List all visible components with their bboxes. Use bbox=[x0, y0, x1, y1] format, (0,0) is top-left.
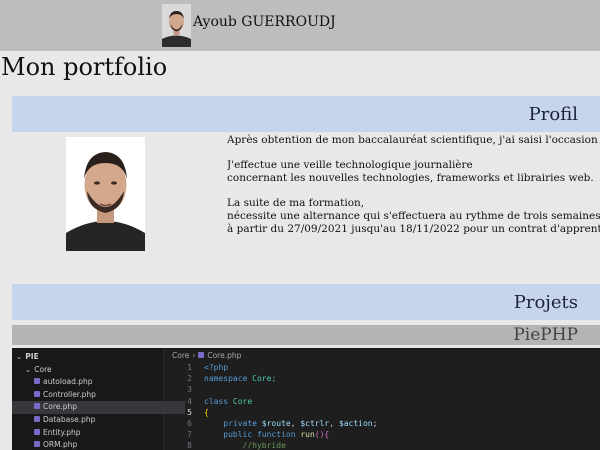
code-line[interactable]: 4 class Core bbox=[164, 396, 600, 407]
line-number: 8 bbox=[187, 441, 192, 450]
code-line[interactable]: 6 private $route, $ctrlr, $action; bbox=[164, 418, 600, 429]
code-token: { bbox=[204, 407, 209, 417]
explorer-item[interactable]: autoload.php bbox=[12, 376, 185, 389]
code-token: //hybride bbox=[204, 441, 286, 450]
profile-portrait bbox=[66, 137, 145, 251]
chevron-down-icon: ⌄ bbox=[25, 364, 32, 374]
line-number: 2 bbox=[187, 374, 192, 384]
code-line[interactable]: 1 <?php bbox=[164, 362, 600, 373]
line-number: 7 bbox=[187, 430, 192, 440]
avatar-photo bbox=[162, 4, 191, 47]
profile-line: nécessite une alternance qui s'effectuer… bbox=[227, 210, 600, 223]
code-token: namespace bbox=[204, 374, 253, 384]
php-file-icon bbox=[198, 352, 205, 358]
php-file-icon bbox=[34, 390, 40, 397]
line-number: 3 bbox=[187, 385, 192, 395]
profile-line: Après obtention de mon baccalauréat scie… bbox=[227, 134, 600, 146]
chevron-down-icon: ⌄ bbox=[16, 352, 23, 361]
explorer-item[interactable]: Core.php bbox=[12, 401, 185, 414]
code-token: , bbox=[329, 419, 339, 428]
php-file-icon bbox=[34, 416, 40, 422]
projects-section-header: Projets bbox=[12, 284, 600, 320]
profile-line: à partir du 27/09/2021 jusqu'au 18/11/20… bbox=[227, 222, 600, 235]
project-screenshot: ⌄ PIE ⌄ Core autoload.php Controller.php Core.… bbox=[12, 348, 600, 450]
code-token: , bbox=[290, 419, 301, 428]
explorer-item[interactable]: Entity.php bbox=[12, 427, 185, 440]
line-number: 5 bbox=[187, 407, 192, 417]
owner-name: Ayoub GUERROUDJ bbox=[193, 14, 336, 30]
explorer-item[interactable]: ORM.php bbox=[12, 439, 185, 450]
explorer-item[interactable]: Controller.php bbox=[12, 389, 185, 402]
breadcrumb-folder: Core bbox=[172, 351, 190, 360]
php-file-icon bbox=[34, 441, 40, 448]
explorer-item-label: Core.php bbox=[43, 402, 78, 412]
code-text: <?php bbox=[204, 362, 228, 373]
line-number: 1 bbox=[187, 363, 192, 372]
profile-line: La suite de ma formation, bbox=[227, 197, 365, 210]
code-line[interactable]: 3 bbox=[164, 384, 600, 395]
profile-line: J'effectue une veille technologique jour… bbox=[227, 159, 473, 172]
code-text: public function run(){ bbox=[204, 429, 329, 440]
code-line[interactable]: 8 //hybride bbox=[164, 440, 600, 450]
explorer-item-label: Database.php bbox=[43, 415, 96, 424]
explorer-item[interactable]: ⌄ PIE bbox=[12, 351, 167, 364]
code-token: private bbox=[204, 419, 262, 428]
breadcrumb-separator-icon: › bbox=[192, 351, 196, 360]
code-token: $route bbox=[261, 419, 291, 428]
code-line[interactable]: 2 namespace Core; bbox=[164, 373, 600, 384]
code-token: class bbox=[204, 396, 233, 406]
code-line[interactable]: 5{ bbox=[164, 407, 600, 418]
profile-heading: Profil bbox=[528, 104, 578, 125]
code-token: public function bbox=[204, 430, 301, 440]
explorer-item[interactable]: Database.php bbox=[12, 414, 185, 427]
code-token: Core; bbox=[252, 374, 277, 384]
explorer-item[interactable]: ⌄ Core bbox=[12, 364, 176, 377]
page-title: Mon portfolio bbox=[1, 53, 168, 81]
explorer-item-label: Core bbox=[34, 364, 52, 374]
code-token: $ctrlr bbox=[300, 419, 330, 428]
avatar[interactable] bbox=[162, 4, 191, 47]
profile-line: concernant les nouvelles technologies, f… bbox=[227, 172, 594, 185]
breadcrumb-file: Core.php bbox=[207, 351, 242, 360]
project-title-bar: PiePHP bbox=[12, 325, 600, 345]
php-file-icon bbox=[34, 403, 40, 410]
line-number: 6 bbox=[187, 419, 192, 428]
profile-line-gap bbox=[227, 185, 600, 198]
code-text: private $route, $ctrlr, $action; bbox=[204, 418, 377, 429]
profile-line-gap bbox=[227, 147, 600, 160]
php-file-icon bbox=[34, 428, 40, 435]
breadcrumb: Core › Core.php bbox=[172, 351, 241, 360]
code-token: ; bbox=[372, 419, 378, 428]
code-token: Core bbox=[232, 396, 253, 406]
profile-section-header: Profil bbox=[12, 96, 600, 132]
code-token: (){ bbox=[314, 430, 330, 440]
code-text: class Core bbox=[204, 396, 252, 407]
profile-text: Après obtention de mon baccalauréat scie… bbox=[227, 134, 600, 254]
projects-heading: Projets bbox=[513, 292, 578, 313]
code-token: run bbox=[300, 430, 315, 440]
profile-photo bbox=[66, 137, 145, 251]
code-text: //hybride bbox=[204, 440, 286, 450]
top-header: Ayoub GUERROUDJ bbox=[0, 0, 600, 51]
explorer-item-label: autoload.php bbox=[43, 377, 93, 387]
line-number: 4 bbox=[187, 396, 192, 406]
explorer-item-label: ORM.php bbox=[43, 440, 78, 450]
code-text: { bbox=[204, 407, 209, 418]
explorer-item-label: PIE bbox=[25, 352, 39, 361]
code-token: $action bbox=[338, 419, 373, 428]
php-file-icon bbox=[34, 378, 40, 385]
code-line[interactable]: 7 public function run(){ bbox=[164, 429, 600, 440]
project-name: PiePHP bbox=[513, 325, 578, 345]
file-explorer: ⌄ PIE ⌄ Core autoload.php Controller.php Core.… bbox=[12, 348, 185, 450]
code-token: <?php bbox=[204, 363, 229, 372]
code-text: namespace Core; bbox=[204, 373, 276, 384]
code-pane: Core › Core.php 1 <?php 2 namespace Core; 3 4 cl… bbox=[164, 348, 600, 450]
explorer-item-label: Controller.php bbox=[43, 389, 96, 399]
explorer-item-label: Entity.php bbox=[43, 427, 81, 437]
